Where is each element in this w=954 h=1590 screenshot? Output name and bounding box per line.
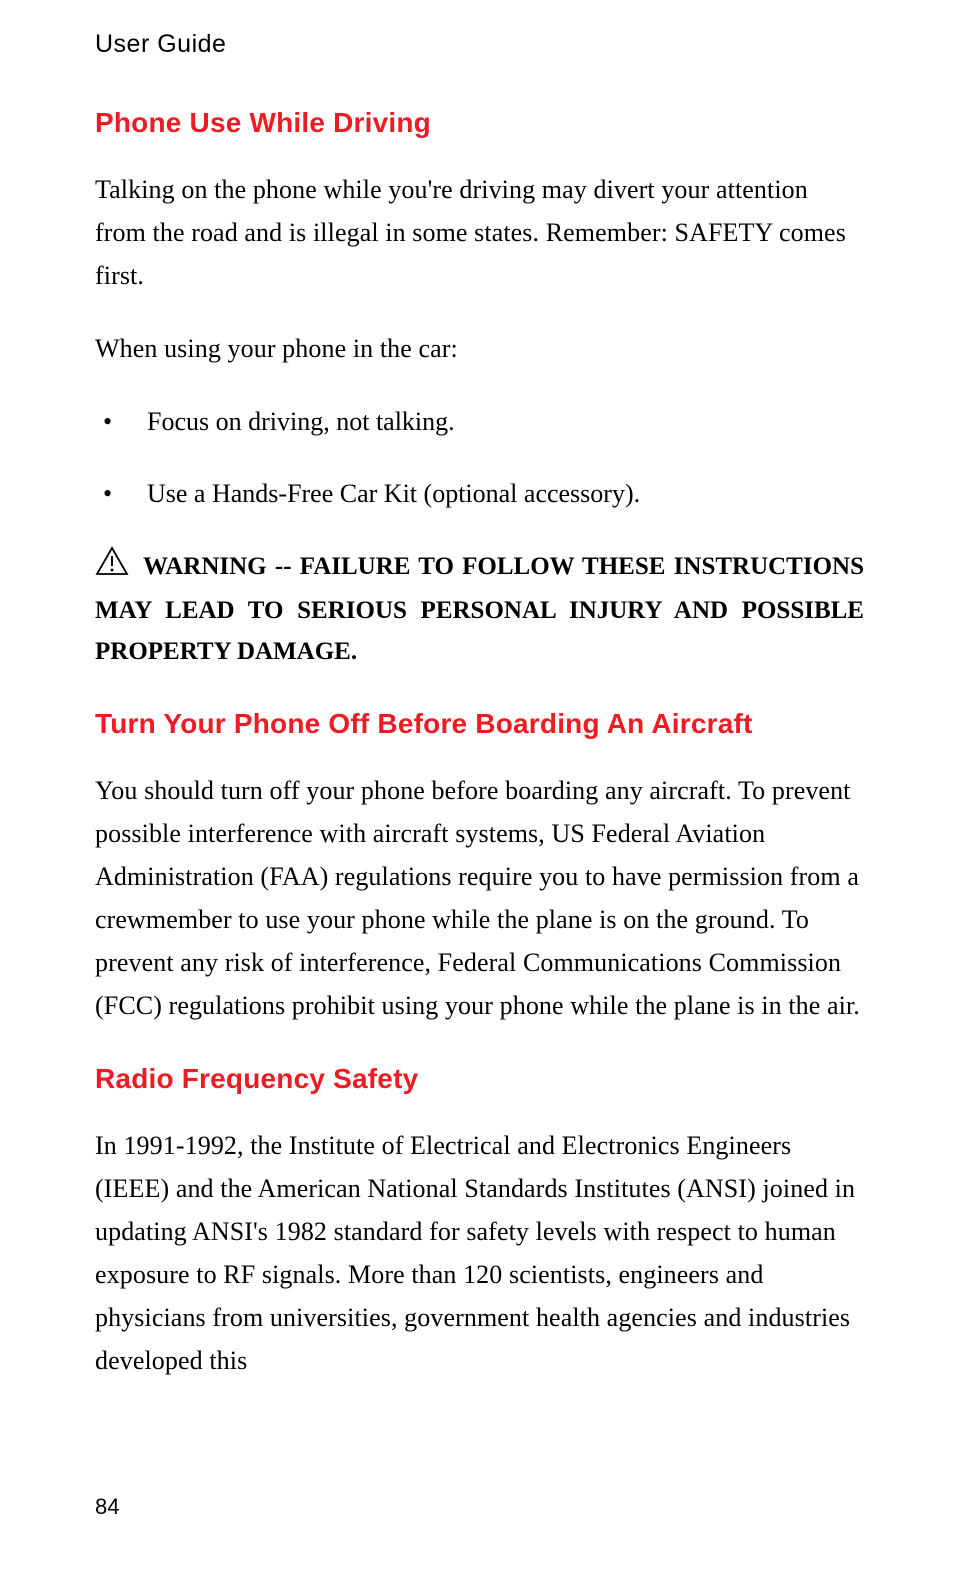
list-item: Use a Hands-Free Car Kit (optional acces… [95,473,864,516]
list-item: Focus on driving, not talking. [95,401,864,444]
warning-block: WARNING -- FAILURE TO FOLLOW THESE INSTR… [95,546,864,672]
heading-rf-safety: Radio Frequency Safety [95,1063,864,1095]
heading-phone-use-driving: Phone Use While Driving [95,107,864,139]
warning-text: WARNING -- FAILURE TO FOLLOW THESE INSTR… [95,553,864,665]
heading-aircraft: Turn Your Phone Off Before Boarding An A… [95,708,864,740]
page-number: 84 [95,1494,119,1520]
body-paragraph: Talking on the phone while you're drivin… [95,169,864,298]
body-paragraph: You should turn off your phone before bo… [95,770,864,1027]
warning-triangle-icon [95,546,129,589]
body-paragraph: In 1991-1992, the Institute of Electrica… [95,1125,864,1382]
body-paragraph: When using your phone in the car: [95,328,864,371]
running-header: User Guide [95,30,864,59]
